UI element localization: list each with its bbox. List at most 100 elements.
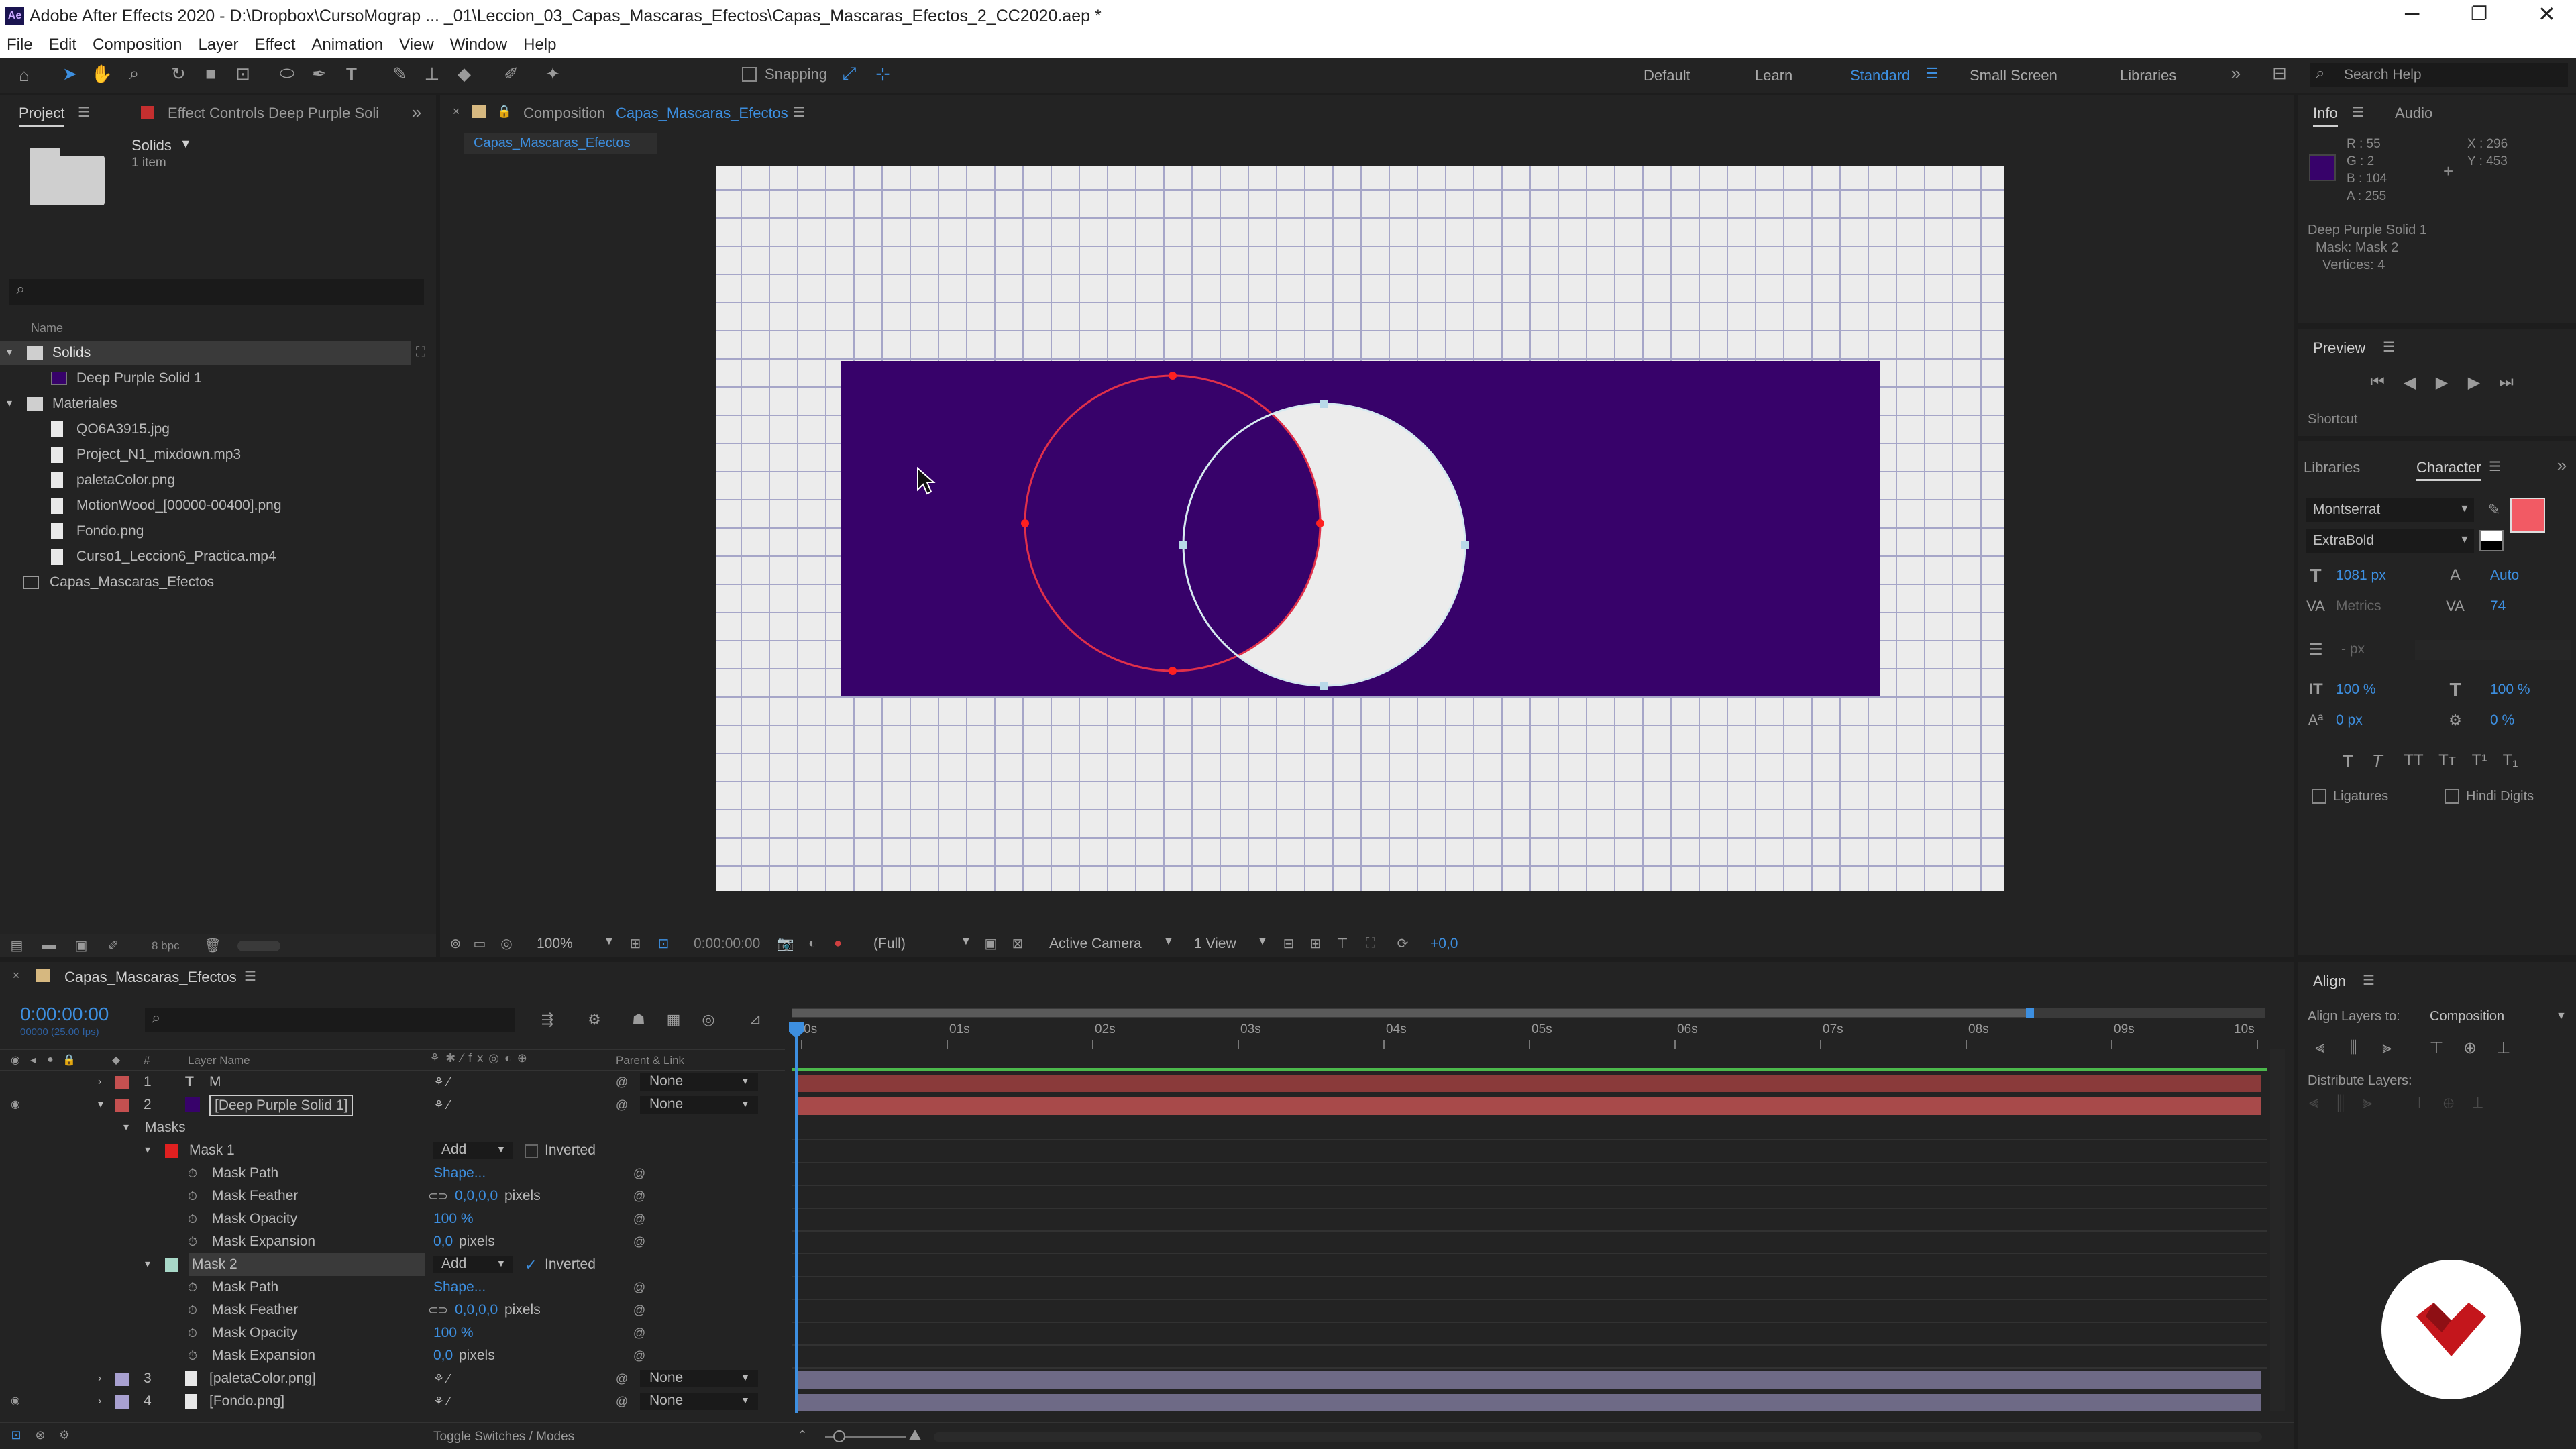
workspace-menu-icon[interactable]: ☰ [1923,64,1941,83]
minimize-button[interactable]: ─ [2405,3,2419,25]
fill-color-swatch[interactable] [2510,498,2545,533]
timeline-horizontal-scrollbar[interactable] [934,1432,2262,1442]
menu-item-help[interactable]: Help [523,36,556,54]
pen-tool-icon[interactable]: ✒ [307,62,331,86]
disclosure-triangle-icon[interactable]: ▾ [7,341,12,365]
resolution-select[interactable]: (Full) [873,936,906,952]
reset-exposure-icon[interactable]: ⟳ [1393,933,1413,953]
stopwatch-icon[interactable]: ⏱ [184,1210,201,1228]
panel-overflow-icon[interactable]: » [407,102,427,122]
trash-icon[interactable]: 🗑 [203,935,223,955]
project-scrollbar[interactable] [237,941,280,951]
close-window-button[interactable]: ✕ [2538,1,2556,27]
layer-name[interactable]: M [209,1071,221,1093]
comp-subtab[interactable]: Capas_Mascaras_Efectos [464,133,657,154]
mask-row[interactable]: ▾ Mask 1 Add ▼ Inverted [0,1139,785,1162]
tab-info[interactable]: Info [2313,105,2338,127]
menu-item-window[interactable]: Window [450,36,507,54]
project-menu-icon[interactable]: ☰ [75,103,93,121]
timeline-zoom-knob[interactable] [833,1430,845,1442]
panel-overflow-icon[interactable]: » [2552,455,2572,475]
mask-property-row[interactable]: ⏱ Mask Feather ⊂⊃ 0,0,0,0 pixels @ [0,1185,785,1208]
current-time[interactable]: 0:00:00:00 [20,1004,109,1025]
small-caps-icon[interactable]: Tт [2432,749,2462,773]
play-icon[interactable]: ▶ [2430,370,2454,394]
new-composition-icon[interactable]: ▣ [71,935,91,955]
camera-tool-icon[interactable]: ■ [199,62,223,86]
eye-icon[interactable] [7,1073,24,1091]
menu-item-layer[interactable]: Layer [198,36,238,54]
tab-effect-controls[interactable]: Effect Controls Deep Purple Soli [168,105,379,122]
project-item[interactable]: QO6A3915.jpg [0,417,411,441]
tab-project[interactable]: Project [19,105,65,127]
align-top-icon[interactable]: ⊤ [2423,1034,2450,1061]
align-vcenter-icon[interactable]: ⊕ [2457,1034,2483,1061]
align-to-select[interactable]: Composition [2430,1009,2504,1024]
layer-duration-bar[interactable] [798,1394,2261,1411]
workspace-standard[interactable]: Standard [1850,67,1910,85]
chevron-down-icon[interactable]: ▼ [961,936,971,948]
disclosure-triangle-icon[interactable]: ▾ [145,1139,150,1162]
viewer-timecode[interactable]: 0:00:00:00 [694,936,760,952]
mask-color-swatch[interactable] [165,1258,178,1272]
timeline-tab[interactable]: Capas_Mascaras_Efectos [64,969,237,986]
interpret-footage-icon[interactable]: ▤ [7,935,27,955]
comp-tab-prefix[interactable]: Composition [523,105,605,122]
pickwhip-icon[interactable]: @ [613,1073,631,1091]
masks-group[interactable]: ▾ Masks [0,1116,785,1139]
chevron-down-icon[interactable]: ▼ [180,137,192,151]
lock-icon[interactable]: 🔒 [496,103,513,119]
label-color-swatch[interactable] [115,1099,129,1112]
disclosure-triangle-icon[interactable]: ▾ [98,1093,103,1116]
all-caps-icon[interactable]: TT [2399,749,2428,773]
layer-switches-icon[interactable]: ⊡ [7,1426,25,1444]
snap-icon[interactable]: ⤢ [839,63,860,85]
kerning-value[interactable]: Metrics [2336,598,2381,614]
zoom-in-icon[interactable]: ⛰ [903,1426,927,1444]
column-parent-header[interactable]: Parent & Link [616,1054,684,1067]
tsume-value[interactable]: 0 % [2490,712,2514,729]
label-color-swatch[interactable] [115,1373,129,1386]
stopwatch-icon[interactable]: ⏱ [184,1279,201,1296]
puppet-pin-tool-icon[interactable]: ✦ [541,62,565,86]
mask-property-row[interactable]: ⏱ Mask Path Shape... @ [0,1162,785,1185]
project-item[interactable]: ▾ Materiales [0,392,411,416]
layer-switches[interactable]: ⚘ ⁄ [433,1367,449,1390]
parent-select[interactable]: None ▼ [640,1073,758,1091]
eye-icon[interactable] [7,1370,24,1387]
safe-zones-icon[interactable]: ⊞ [625,933,645,953]
disclosure-triangle-icon[interactable]: › [98,1390,101,1413]
comp-menu-icon[interactable]: ☰ [790,103,808,121]
toggle-switches-modes[interactable]: Toggle Switches / Modes [433,1430,574,1444]
next-frame-icon[interactable]: ▶ [2462,370,2486,394]
timeline-menu-icon[interactable]: ☰ [241,967,259,985]
pan-behind-tool-icon[interactable]: ⊡ [231,62,255,86]
default-colors-icon[interactable] [2479,530,2504,551]
align-menu-icon[interactable]: ☰ [2360,971,2377,989]
roto-brush-tool-icon[interactable]: ✐ [499,62,523,86]
label-color-swatch[interactable] [115,1076,129,1089]
parent-select[interactable]: None ▼ [640,1370,758,1387]
eyedropper-icon[interactable]: ✎ [2483,499,2505,521]
project-item[interactable]: Deep Purple Solid 1 [0,366,411,390]
work-area-bar[interactable] [792,1008,2265,1018]
mask-property-row[interactable]: ⏱ Mask Expansion 0,0 pixels @ [0,1344,785,1367]
stopwatch-icon[interactable]: ⏱ [184,1301,201,1319]
hand-tool-icon[interactable]: ✋ [90,62,114,86]
brush-tool-icon[interactable]: ✎ [388,62,412,86]
expression-icon[interactable]: @ [631,1324,648,1342]
leading-value[interactable]: Auto [2490,568,2519,584]
chevron-down-icon[interactable]: ▼ [1257,936,1268,948]
comp-flowchart-icon[interactable]: ⛶ [1360,933,1381,953]
home-icon[interactable]: ⌂ [12,63,36,87]
stopwatch-icon[interactable]: ⏱ [184,1324,201,1342]
zoom-select[interactable]: 100% [537,936,573,952]
work-area-range[interactable] [792,1009,2030,1017]
stopwatch-icon[interactable]: ⏱ [184,1187,201,1205]
frame-blending-icon[interactable]: ▦ [661,1008,686,1032]
property-value[interactable]: 0,0 [433,1230,453,1253]
layer-search-input[interactable]: ⌕ [145,1008,515,1032]
time-ruler[interactable]: 0s 01s 02s 03s 04s 05s 06s 07s 08s 09s 10s [792,1022,2265,1049]
expression-icon[interactable]: @ [631,1210,648,1228]
comp-tab-name[interactable]: Capas_Mascaras_Efectos [616,105,788,122]
